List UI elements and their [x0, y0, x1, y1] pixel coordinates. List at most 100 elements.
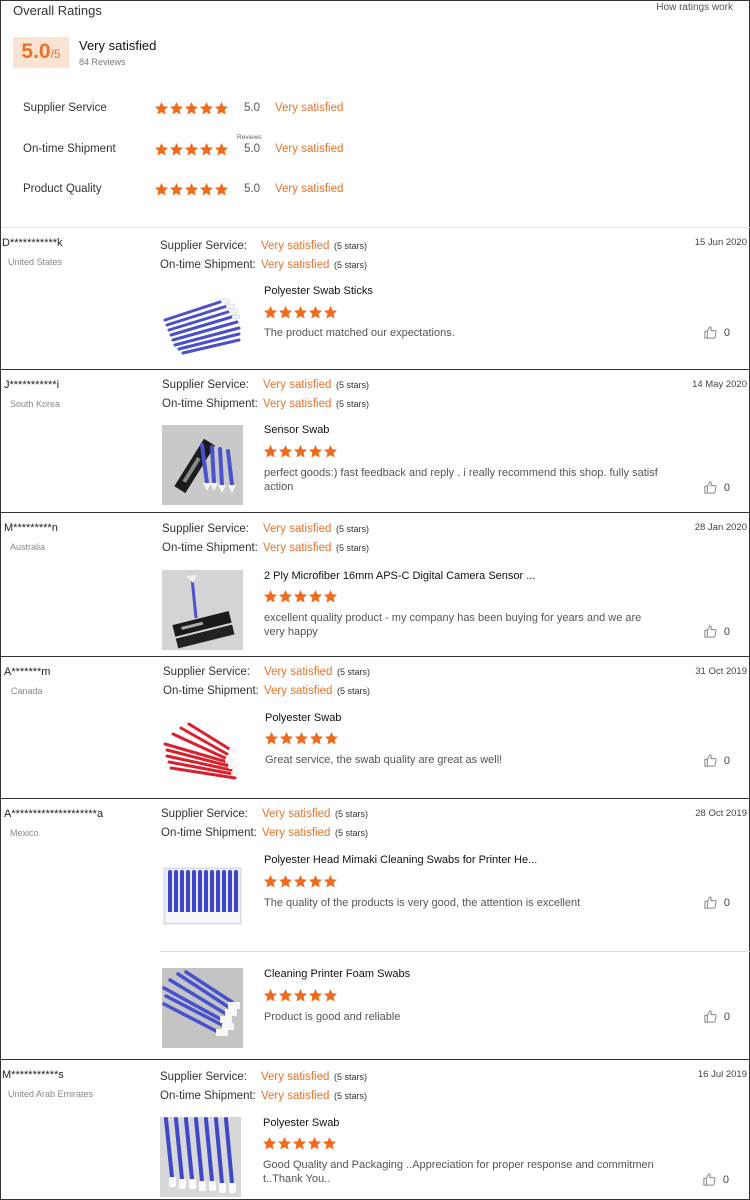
- review-card: A*******m Canada 31 Oct 2019 Supplier Se…: [1, 656, 750, 798]
- star-icon: [323, 305, 338, 320]
- supplier-service-satisfaction: Very satisfied: [264, 666, 333, 678]
- category-label: Product Quality: [23, 183, 102, 195]
- supplier-service-label: Supplier Service:: [162, 523, 249, 535]
- star-icon: [169, 182, 184, 197]
- helpful-button[interactable]: 0: [703, 624, 730, 639]
- category-row-product-quality: Product Quality 5.0 Very satisfied: [23, 181, 343, 197]
- product-title[interactable]: Polyester Swab Sticks: [264, 285, 373, 297]
- supplier-service-label: Supplier Service:: [162, 379, 249, 391]
- product-title[interactable]: Polyester Swab: [265, 712, 341, 724]
- helpful-button[interactable]: 0: [703, 325, 730, 340]
- product-title[interactable]: 2 Ply Microfiber 16mm APS-C Digital Came…: [264, 570, 535, 582]
- star-icon: [214, 101, 229, 116]
- product-image-mimaki-swabs-bag: [162, 854, 243, 934]
- category-satisfaction: Very satisfied: [275, 102, 344, 114]
- product-thumbnail[interactable]: [160, 1117, 241, 1197]
- supplier-service-stars: (5 stars): [335, 809, 369, 819]
- overall-score-max: /5: [50, 47, 61, 61]
- star-icon: [184, 182, 199, 197]
- product-title[interactable]: Polyester Swab: [263, 1117, 339, 1129]
- category-score: 5.0: [244, 183, 260, 195]
- product-thumbnail[interactable]: [161, 285, 242, 365]
- star-icon: [263, 988, 278, 1003]
- review-date: 14 May 2020: [692, 379, 747, 390]
- on-time-shipment-stars: (5 stars): [335, 828, 369, 838]
- review-text: The product matched our expectations.: [264, 327, 455, 339]
- product-image-camera-sensor-swab: [162, 570, 243, 650]
- product-thumbnail[interactable]: [161, 714, 242, 794]
- star-icon: [294, 731, 309, 746]
- category-satisfaction: Very satisfied: [275, 143, 344, 155]
- star-icon: [214, 142, 229, 157]
- item-divider: [160, 951, 750, 952]
- review-card: M***********s United Arab Emirates 16 Ju…: [1, 1059, 750, 1200]
- review-date: 28 Oct 2019: [695, 808, 747, 819]
- on-time-shipment-satisfaction: Very satisfied: [261, 1090, 330, 1102]
- supplier-service-stars: (5 stars): [336, 380, 370, 390]
- product-image-blue-swab-sticks: [161, 285, 242, 365]
- product-title[interactable]: Cleaning Printer Foam Swabs: [264, 968, 410, 980]
- how-ratings-work-link[interactable]: How ratings work: [656, 2, 733, 13]
- thumbs-up-icon: [703, 624, 718, 639]
- on-time-shipment-stars: (5 stars): [334, 260, 368, 270]
- helpful-button[interactable]: 0: [702, 1172, 729, 1187]
- thumbs-up-icon: [702, 1172, 717, 1187]
- supplier-service-rating: Supplier Service: Very satisfied (5 star…: [162, 521, 369, 537]
- on-time-shipment-label: On-time Shipment:: [161, 827, 257, 839]
- helpful-count: 0: [723, 625, 730, 638]
- review-date: 31 Oct 2019: [695, 666, 747, 677]
- star-icon: [324, 731, 339, 746]
- helpful-count: 0: [722, 1173, 729, 1186]
- reviewer-name: A********************a: [4, 808, 104, 820]
- product-thumbnail[interactable]: [162, 968, 243, 1048]
- helpful-button[interactable]: 0: [703, 895, 730, 910]
- reviewer-name: M***********s: [2, 1069, 64, 1081]
- star-icon: [293, 589, 308, 604]
- star-icon: [293, 874, 308, 889]
- star-icon: [278, 589, 293, 604]
- overall-satisfaction: Very satisfied: [79, 38, 157, 53]
- star-icon: [308, 874, 323, 889]
- product-title[interactable]: Sensor Swab: [264, 424, 329, 436]
- helpful-button[interactable]: 0: [703, 1009, 730, 1024]
- star-icon: [169, 142, 184, 157]
- product-image-red-swabs: [161, 714, 242, 794]
- star-icon: [199, 101, 214, 116]
- review-date: 28 Jan 2020: [694, 522, 747, 533]
- review-item: Sensor Swab perfect goods:) fast feedbac…: [160, 418, 750, 508]
- helpful-count: 0: [723, 1010, 730, 1023]
- helpful-button[interactable]: 0: [703, 480, 730, 495]
- supplier-service-label: Supplier Service:: [161, 808, 248, 820]
- product-thumbnail[interactable]: [162, 854, 243, 934]
- thumbs-up-icon: [703, 753, 718, 768]
- product-thumbnail[interactable]: [162, 425, 243, 505]
- review-item: Polyester Swab Good Quality and Packagin…: [160, 1110, 750, 1198]
- review-card: A********************a Mexico 28 Oct 201…: [1, 798, 750, 1059]
- overall-score-badge: 5.0 /5: [13, 37, 69, 68]
- star-icon: [292, 1136, 307, 1151]
- star-icon: [307, 1136, 322, 1151]
- review-text: Great service, the swab quality are grea…: [265, 754, 503, 766]
- supplier-service-rating: Supplier Service: Very satisfied (5 star…: [162, 377, 369, 393]
- product-rating-stars: [263, 874, 338, 889]
- star-icon: [154, 142, 169, 157]
- overall-review-count[interactable]: 84 Reviews: [79, 57, 126, 67]
- star-icon: [278, 305, 293, 320]
- helpful-button[interactable]: 0: [703, 753, 730, 768]
- product-rating-stars: [262, 1136, 337, 1151]
- product-thumbnail[interactable]: [162, 570, 243, 650]
- on-time-shipment-stars: (5 stars): [336, 399, 370, 409]
- category-stars: [154, 101, 244, 116]
- category-label: Supplier Service: [23, 102, 107, 114]
- star-icon: [264, 731, 279, 746]
- on-time-shipment-rating: On-time Shipment: Very satisfied (5 star…: [162, 396, 369, 412]
- reviews-tooltip: Reviews: [237, 134, 262, 141]
- star-icon: [263, 444, 278, 459]
- star-icon: [184, 101, 199, 116]
- helpful-count: 0: [723, 754, 730, 767]
- product-title[interactable]: Polyester Head Mimaki Cleaning Swabs for…: [264, 854, 537, 866]
- star-icon: [293, 988, 308, 1003]
- reviewer-country: Canada: [11, 686, 43, 696]
- helpful-count: 0: [723, 896, 730, 909]
- product-rating-stars: [263, 988, 338, 1003]
